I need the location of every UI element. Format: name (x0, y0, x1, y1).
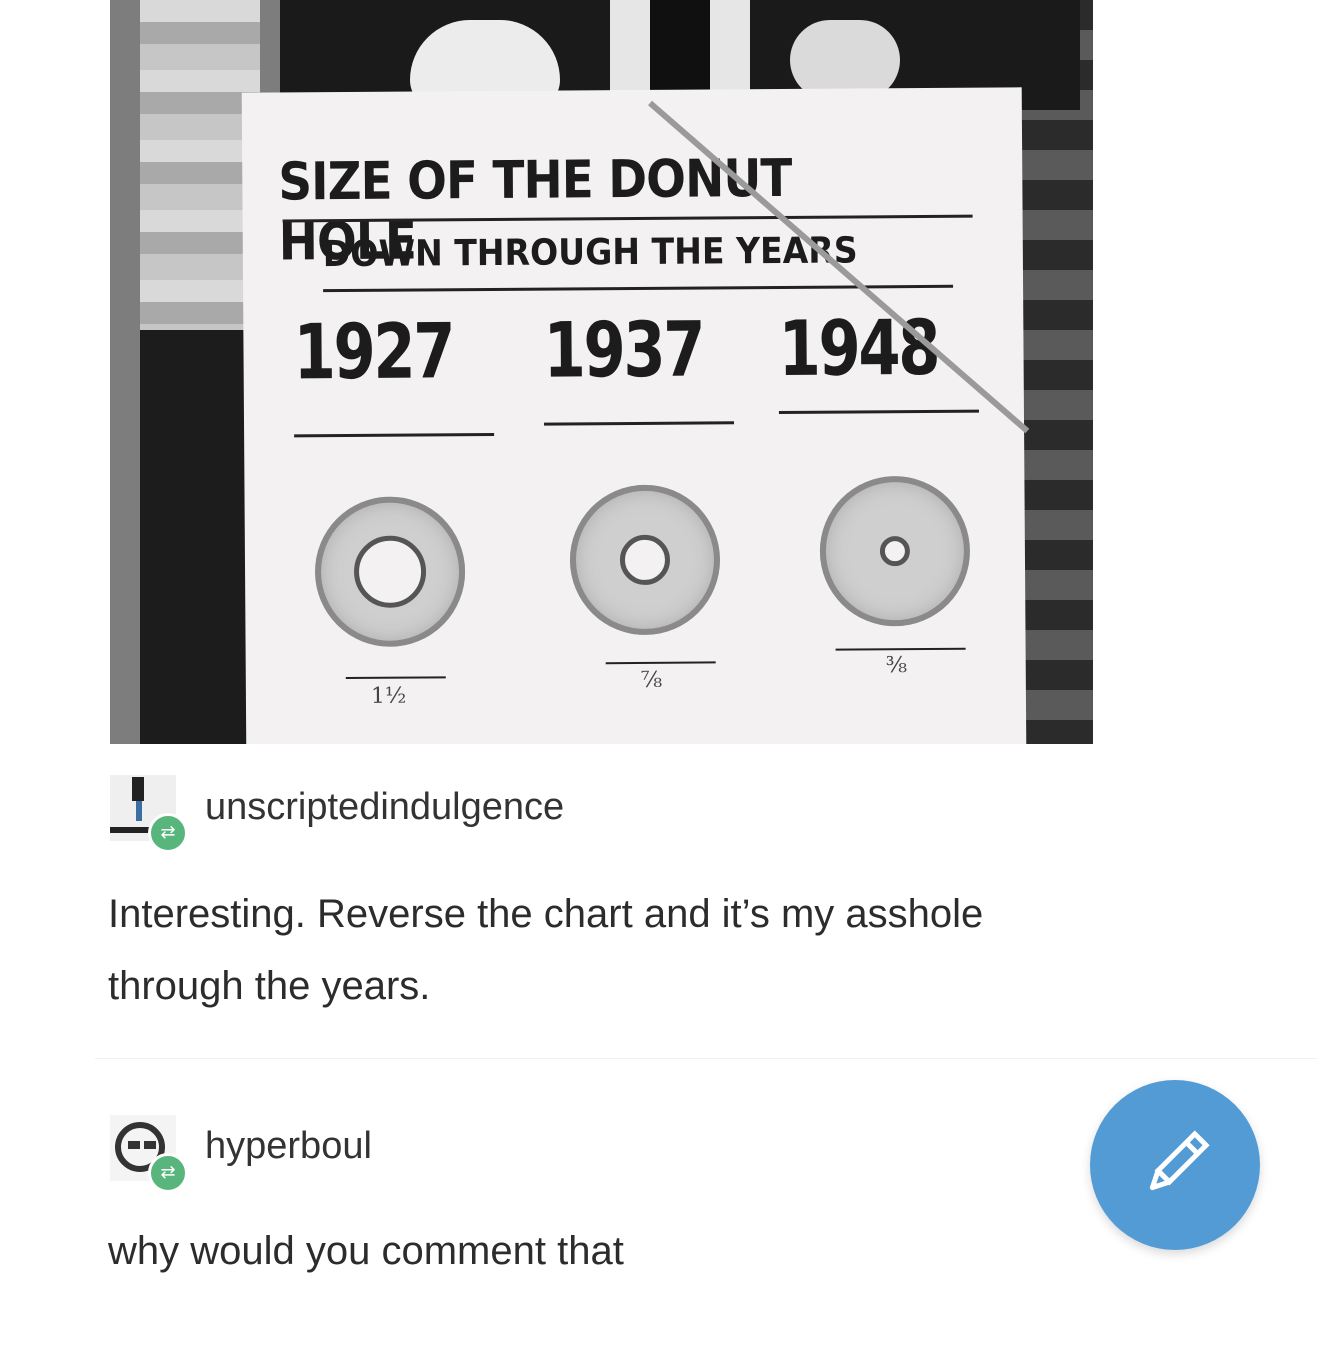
poster-year-2: 1937 (543, 304, 704, 395)
reblog-icon: ⇄ (148, 1153, 188, 1193)
post-divider (95, 1058, 1317, 1059)
username-unscriptedindulgence[interactable]: unscriptedindulgence (205, 786, 564, 829)
donut-hole-medium (619, 534, 671, 586)
size-line-2 (605, 661, 716, 665)
compose-button[interactable] (1090, 1080, 1260, 1250)
donut-poster: SIZE OF THE DONUT HOLE DOWN THROUGH THE … (241, 87, 1027, 744)
pencil-icon (1149, 1130, 1210, 1191)
poster-year-3: 1948 (778, 302, 939, 393)
comment-text-2: why would you comment that (108, 1215, 624, 1287)
donut-hole-small (879, 536, 911, 567)
size-line-1 (345, 676, 446, 680)
hole-size-2: ⅞ (640, 667, 663, 693)
year-underline-1 (294, 432, 495, 438)
username-hyperboul[interactable]: hyperboul (205, 1125, 372, 1168)
hole-size-3: ⅜ (885, 653, 908, 679)
hole-size-1: 1½ (370, 683, 407, 709)
poster-year-1: 1927 (293, 306, 454, 397)
comment-line: Interesting. Reverse the chart and it’s … (108, 892, 984, 936)
avatar-unscriptedindulgence[interactable]: ⇄ (110, 775, 188, 853)
comment-line: why would you comment that (108, 1229, 624, 1273)
donut-1948 (819, 475, 971, 627)
donut-hole-large (353, 535, 427, 608)
chair (140, 330, 250, 744)
comment-text-1: Interesting. Reverse the chart and it’s … (108, 878, 983, 1022)
size-line-3 (835, 647, 966, 651)
donut-1927 (314, 496, 466, 648)
year-underline-3 (778, 409, 979, 414)
year-underline-2 (544, 421, 735, 426)
reblog-icon: ⇄ (148, 813, 188, 853)
post-photo[interactable]: SIZE OF THE DONUT HOLE DOWN THROUGH THE … (110, 0, 1093, 744)
avatar-hyperboul[interactable]: ⇄ (110, 1115, 188, 1193)
donut-1937 (569, 484, 721, 636)
comment-line: through the years. (108, 964, 431, 1008)
poster-subtitle: DOWN THROUGH THE YEARS (322, 230, 858, 276)
